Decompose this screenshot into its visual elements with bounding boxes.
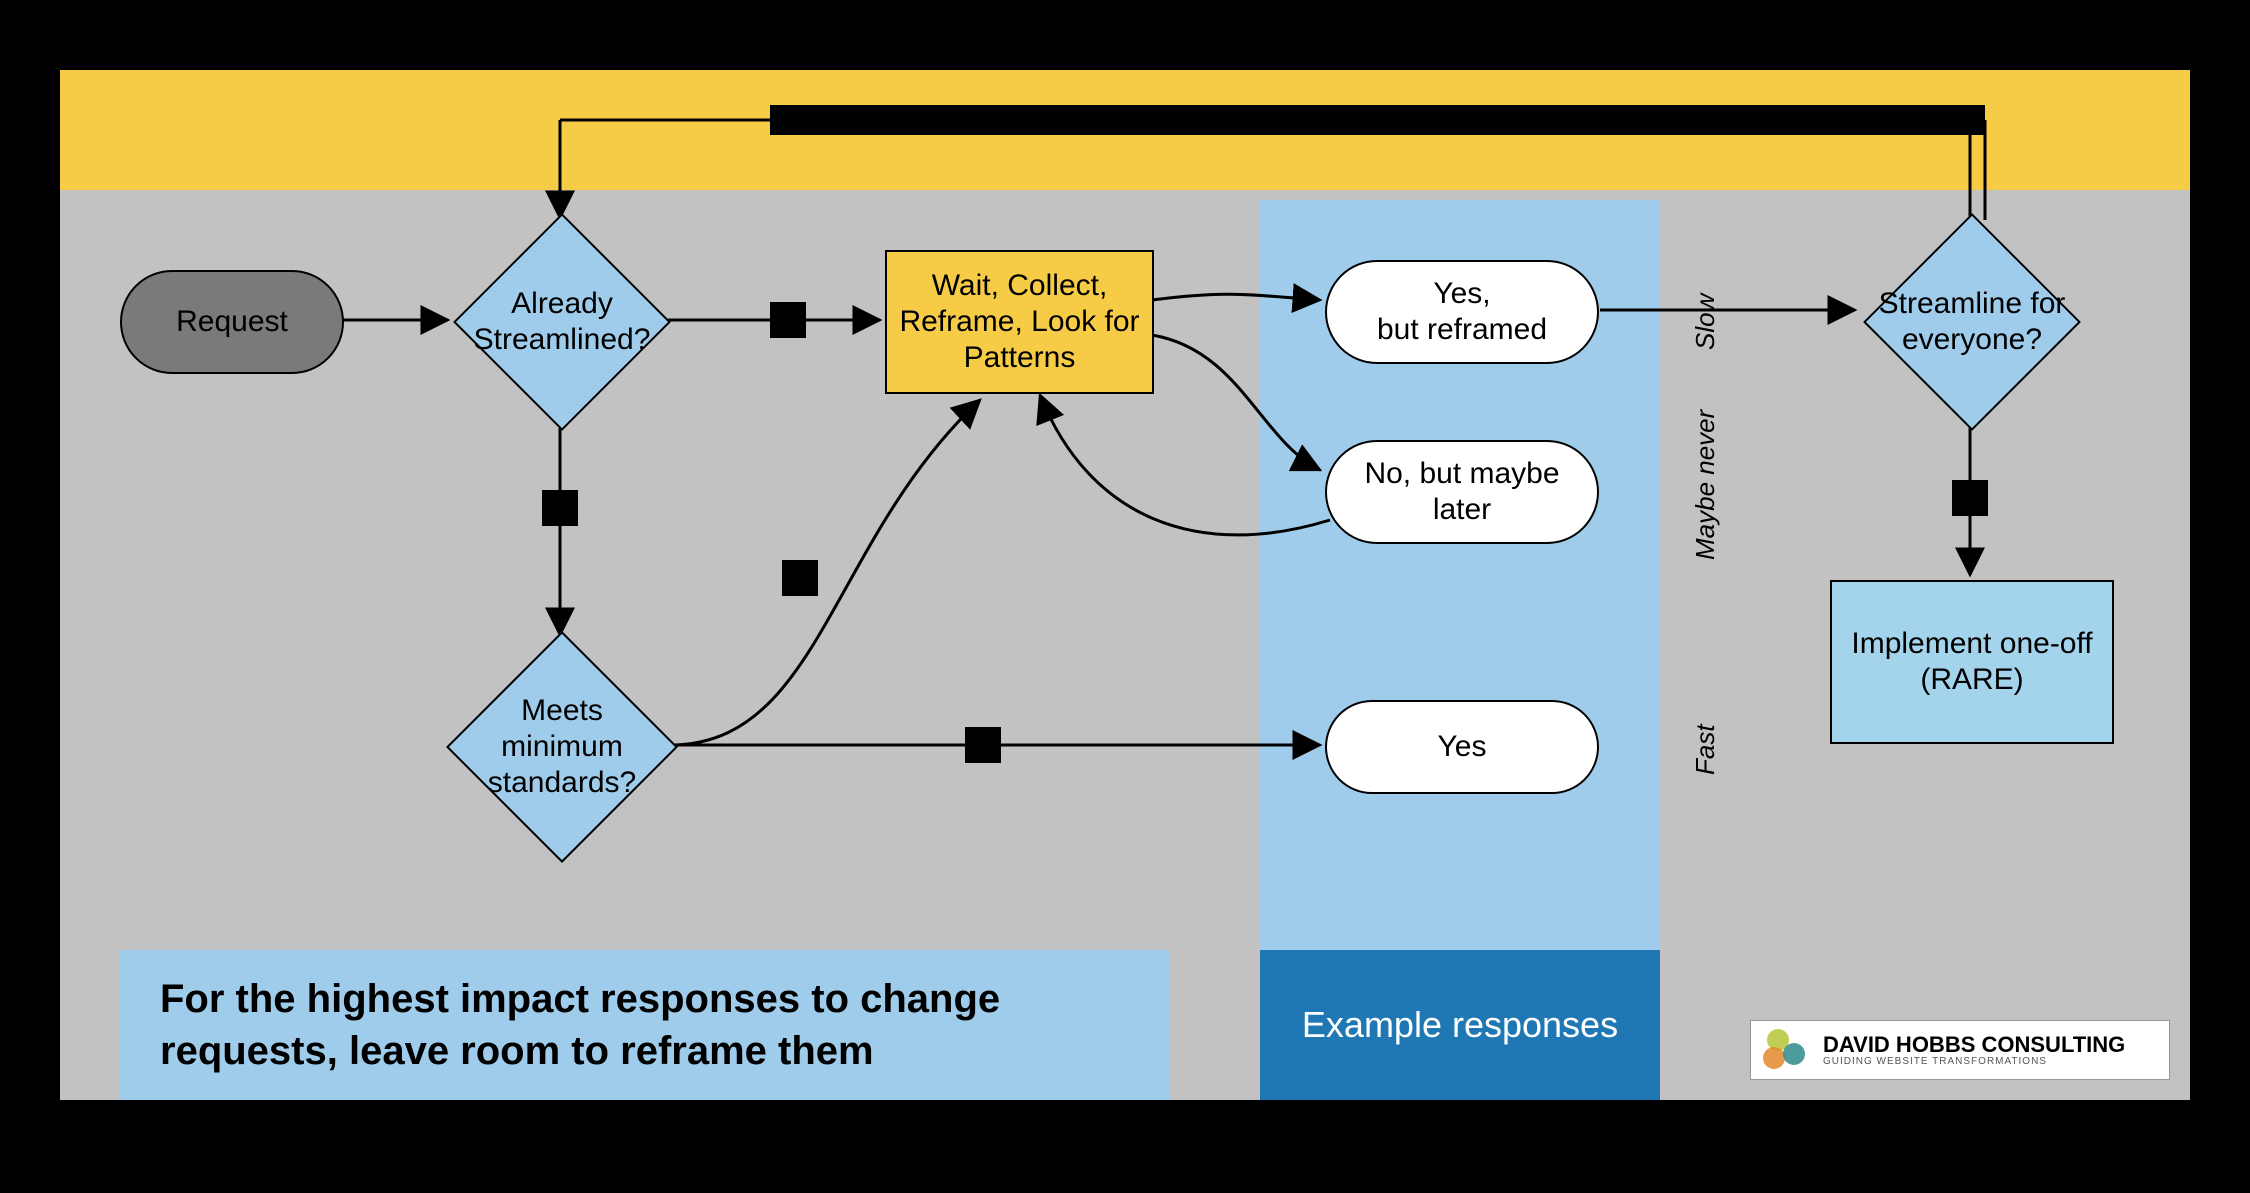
- edge-marker: [965, 727, 1001, 763]
- side-label-slow: Slow: [1690, 294, 1721, 350]
- caption-text: For the highest impact responses to chan…: [120, 973, 1170, 1077]
- edge-marker: [1952, 480, 1988, 516]
- node-wait-collect-label: Wait, Collect, Reframe, Look for Pattern…: [887, 268, 1152, 376]
- brand-logo-icon: [1763, 1029, 1813, 1071]
- node-implement-oneoff-label: Implement one-off (RARE): [1832, 626, 2112, 698]
- node-request-label: Request: [176, 304, 288, 340]
- response-yes-reframed: Yes, but reframed: [1325, 260, 1599, 364]
- response-yes-label: Yes: [1438, 729, 1487, 765]
- caption-box: For the highest impact responses to chan…: [120, 950, 1170, 1100]
- node-wait-collect: Wait, Collect, Reframe, Look for Pattern…: [885, 250, 1154, 394]
- response-no-maybe: No, but maybe later: [1325, 440, 1599, 544]
- edge-marker: [782, 560, 818, 596]
- example-responses-banner-label: Example responses: [1302, 1004, 1618, 1046]
- node-already-streamlined-label: Already Streamlined?: [462, 286, 662, 358]
- brand-badge: DAVID HOBBS CONSULTING GUIDING WEBSITE T…: [1750, 1020, 2170, 1080]
- edge-marker: [770, 302, 806, 338]
- response-yes-reframed-label: Yes, but reframed: [1377, 276, 1547, 348]
- node-meets-standards-label: Meets minimum standards?: [462, 693, 662, 801]
- brand-line1: DAVID HOBBS CONSULTING: [1823, 1034, 2125, 1056]
- node-implement-oneoff: Implement one-off (RARE): [1830, 580, 2114, 744]
- side-label-fast: Fast: [1690, 724, 1721, 775]
- node-streamline-everyone-label: Streamline for everyone?: [1872, 286, 2072, 358]
- response-no-maybe-label: No, but maybe later: [1327, 456, 1597, 528]
- example-responses-banner: Example responses: [1260, 950, 1660, 1100]
- brand-line2: GUIDING WEBSITE TRANSFORMATIONS: [1823, 1056, 2125, 1067]
- edge-marker: [542, 490, 578, 526]
- response-yes: Yes: [1325, 700, 1599, 794]
- node-request: Request: [120, 270, 344, 374]
- side-label-maybe: Maybe never: [1690, 410, 1721, 560]
- diagram-stage: Request Already Streamlined? Meets minim…: [0, 0, 2250, 1193]
